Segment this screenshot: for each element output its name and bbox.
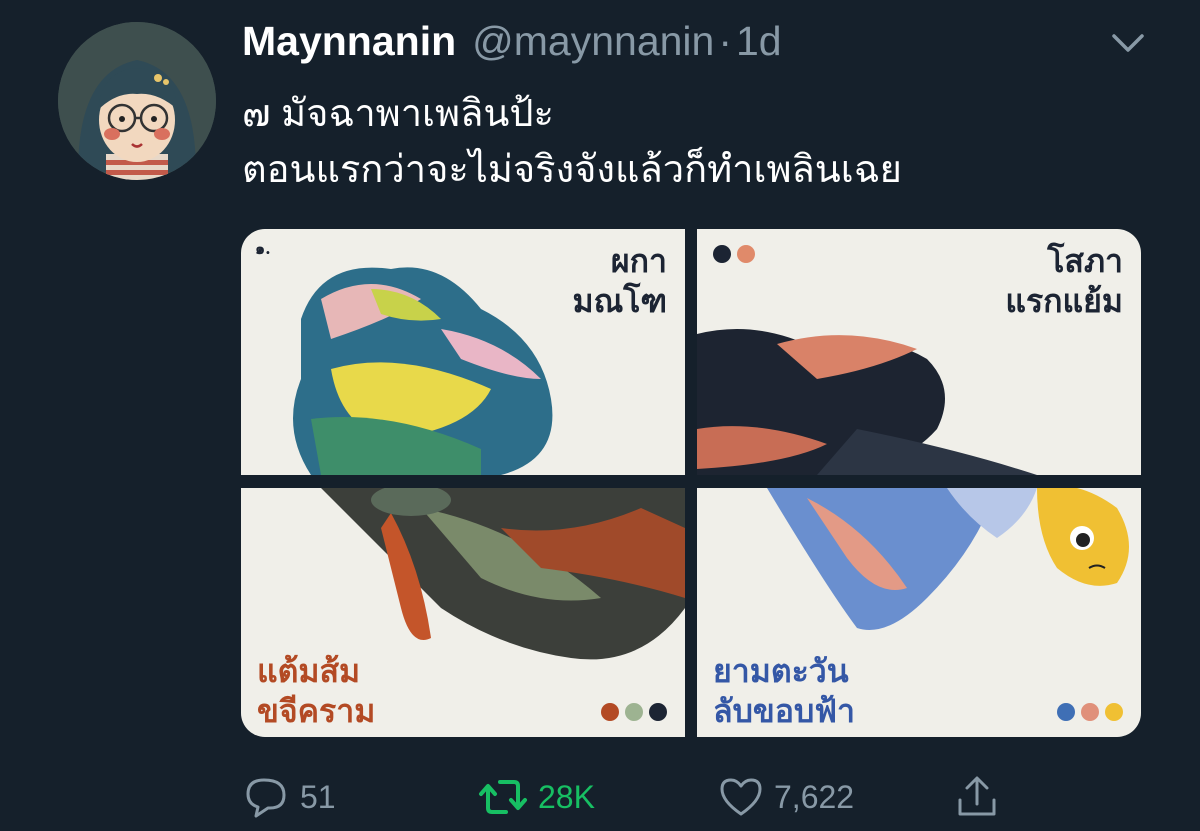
color-swatch [625, 703, 643, 721]
tile-number: ๑. [255, 239, 271, 258]
tile-title-line: ลับขอบฟ้า [713, 692, 855, 730]
color-swatch [1081, 703, 1099, 721]
tile-title-line: แรกแย้ม [1005, 282, 1123, 320]
color-swatches [713, 245, 755, 263]
share-icon [958, 776, 996, 816]
tile-title-line: ขจีคราม [257, 692, 376, 730]
like-button[interactable]: 7,622 [718, 772, 854, 822]
color-swatches [601, 703, 667, 721]
tile-title-line: ผกา [610, 242, 667, 280]
tile-title: ยามตะวัน ลับขอบฟ้า [713, 651, 855, 731]
like-count: 7,622 [774, 778, 855, 815]
avatar-illustration [58, 22, 216, 180]
media-image-3[interactable]: แต้มส้ม ขจีคราม [241, 488, 685, 737]
like-icon [720, 778, 762, 816]
tweet-text: ๗ มัจฉาพาเพลินป้ะ ตอนแรกว่าจะไม่จริงจังแ… [242, 86, 1142, 198]
color-swatch [737, 245, 755, 263]
tweet-text-line: ตอนแรกว่าจะไม่จริงจังแล้วก็ทำเพลินเฉย [242, 149, 902, 191]
tweet-actions: 51 28K 7,622 [0, 772, 1200, 822]
author-name[interactable]: Maynnanin [242, 18, 456, 65]
retweet-icon [479, 780, 527, 814]
tweet-timestamp[interactable]: 1d [736, 18, 782, 65]
chevron-down-icon[interactable] [1108, 26, 1148, 60]
reply-button[interactable]: 51 [244, 772, 336, 822]
tile-title: แต้มส้ม ขจีคราม [257, 651, 375, 731]
color-swatches [1057, 703, 1123, 721]
tweet-header: Maynnanin @maynnanin · 1d [242, 18, 782, 70]
author-avatar[interactable] [58, 22, 216, 180]
media-image-4[interactable]: ยามตะวัน ลับขอบฟ้า [697, 488, 1141, 737]
media-image-1[interactable]: ๑. ผกา มณโฑ [241, 229, 685, 475]
color-swatch [713, 245, 731, 263]
retweet-button[interactable]: 28K [478, 772, 595, 822]
media-image-2[interactable]: โสภา แรกแย้ม [697, 229, 1141, 475]
color-swatch [1057, 703, 1075, 721]
tile-title-line: ยามตะวัน [713, 652, 849, 690]
color-swatch [1105, 703, 1123, 721]
reply-count: 51 [300, 778, 336, 815]
header-separator: · [718, 18, 732, 64]
share-button[interactable] [954, 772, 1000, 822]
tile-title-line: โสภา [1047, 242, 1123, 280]
color-swatch [649, 703, 667, 721]
tile-title: โสภา แรกแย้ม [1005, 241, 1123, 321]
tweet-text-line: ๗ มัจฉาพาเพลินป้ะ [242, 93, 554, 135]
media-grid: ๑. ผกา มณโฑ โสภา แรกแย้ม แต้มส้ม ขจีคราม… [241, 229, 1141, 737]
reply-icon [246, 778, 286, 818]
author-handle[interactable]: @maynnanin [472, 18, 714, 65]
tile-title-line: มณโฑ [572, 282, 667, 320]
tile-title: ผกา มณโฑ [572, 241, 667, 321]
color-swatch [601, 703, 619, 721]
retweet-count: 28K [538, 778, 595, 815]
tile-title-line: แต้มส้ม [257, 652, 361, 690]
